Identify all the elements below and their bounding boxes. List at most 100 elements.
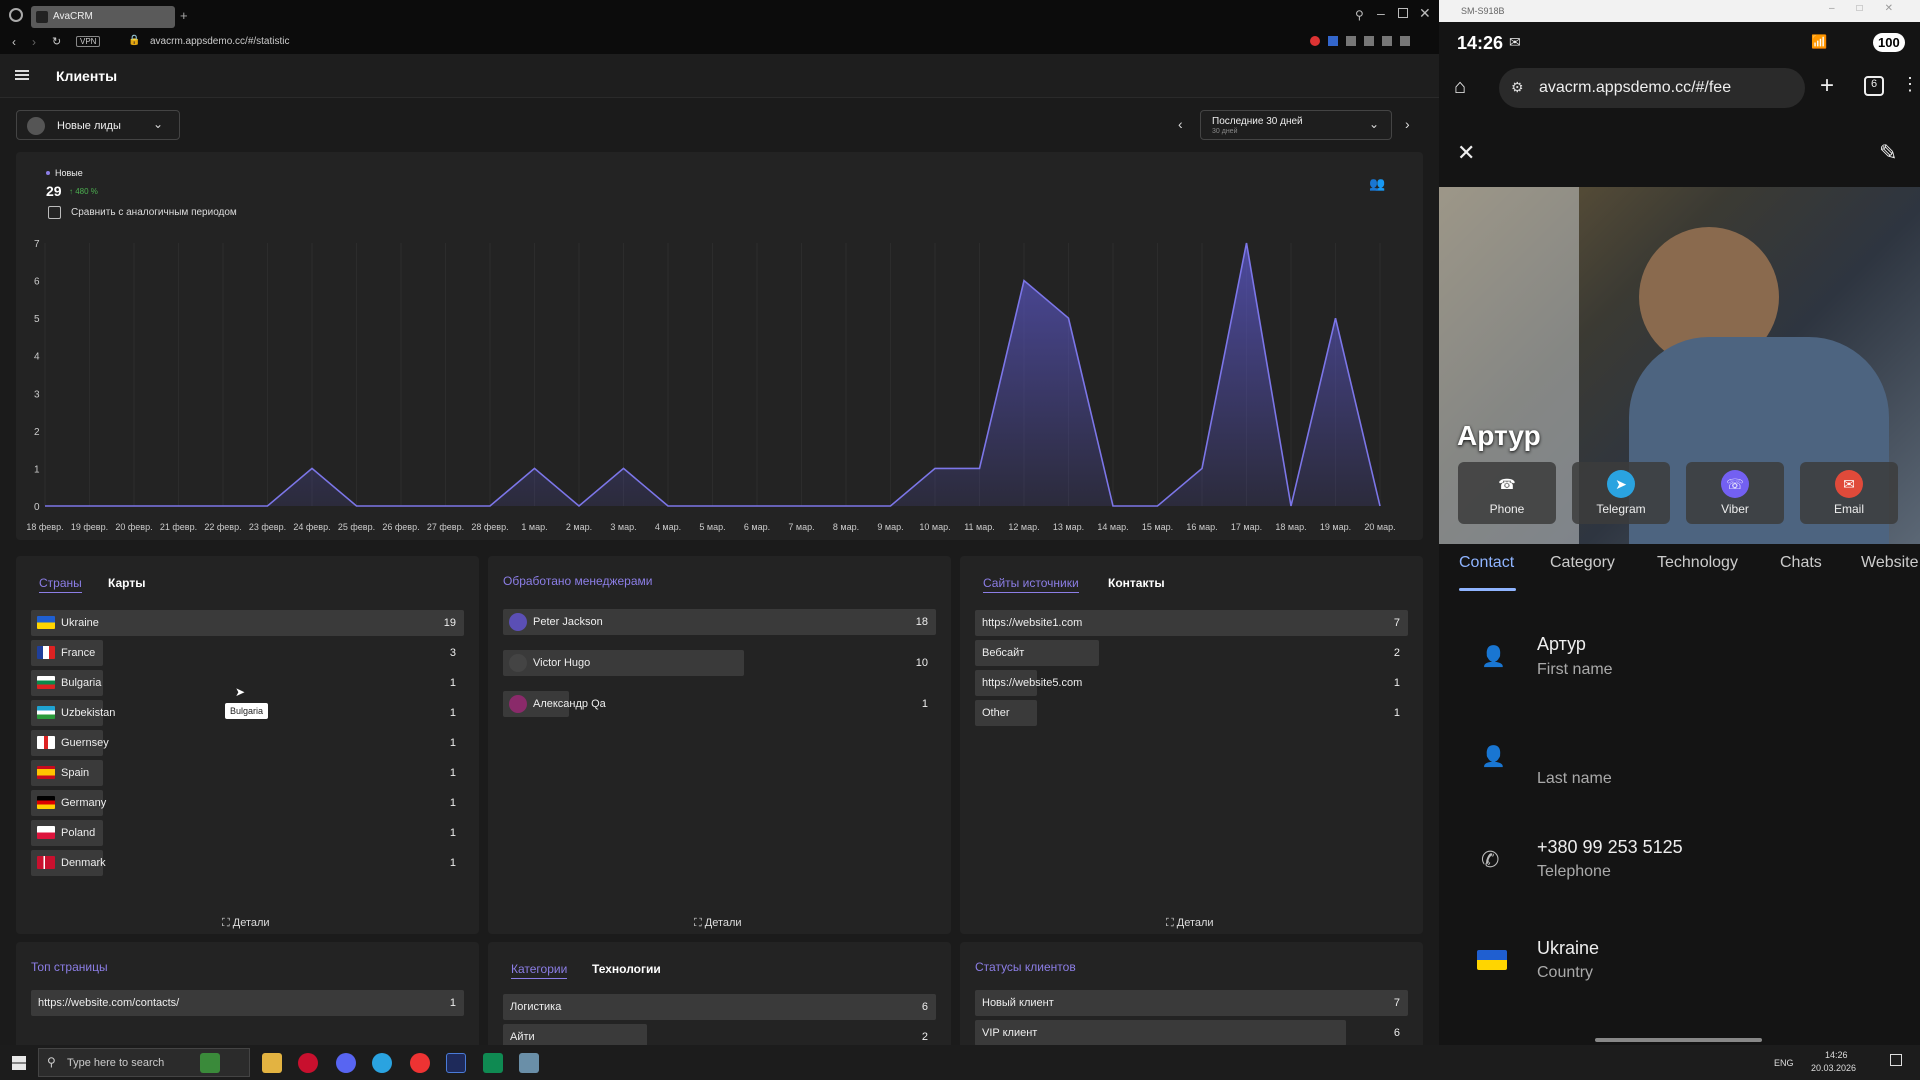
chart-point[interactable] xyxy=(573,500,585,512)
chart-point[interactable] xyxy=(885,500,897,512)
chart-point[interactable] xyxy=(796,500,808,512)
categories-row[interactable]: Логистика 6 xyxy=(503,994,936,1020)
windows-start-icon[interactable] xyxy=(12,1056,26,1070)
countries-row[interactable]: France 3 xyxy=(31,640,464,666)
taskbar-search-placeholder: Type here to search xyxy=(67,1057,165,1069)
chart-point[interactable] xyxy=(173,500,185,512)
last-name-field[interactable]: 👤 Last name xyxy=(1457,740,1897,800)
taskbar-opera-icon[interactable] xyxy=(298,1053,318,1073)
chart-point[interactable] xyxy=(484,500,496,512)
chart-point[interactable] xyxy=(1374,500,1386,512)
chart-point[interactable] xyxy=(1285,500,1297,512)
tab-website[interactable]: Website xyxy=(1861,554,1919,572)
chart-point[interactable] xyxy=(306,462,318,474)
sources-details-link[interactable]: ⛶ Детали xyxy=(1166,917,1214,930)
tab-contacts[interactable]: Контакты xyxy=(1108,576,1165,590)
chart-point[interactable] xyxy=(262,500,274,512)
chart-point[interactable] xyxy=(1196,462,1208,474)
chart-point[interactable] xyxy=(1063,312,1075,324)
phone-url-text[interactable]: avacrm.appsdemo.cc/#/fee xyxy=(1539,79,1799,97)
taskbar-app-v-icon[interactable] xyxy=(446,1053,466,1073)
action-phone-button[interactable]: ☎ Phone xyxy=(1458,462,1556,524)
tray-lang[interactable]: ENG xyxy=(1774,1058,1794,1068)
countries-row[interactable]: Guernsey 1 xyxy=(31,730,464,756)
country-field[interactable]: Ukraine Country xyxy=(1457,936,1897,996)
countries-row[interactable]: Bulgaria 1 xyxy=(31,670,464,696)
countries-row[interactable]: Germany 1 xyxy=(31,790,464,816)
x-tick-label: 28 февр. xyxy=(471,522,508,532)
tab-technologies[interactable]: Технологии xyxy=(592,962,661,976)
countries-row[interactable]: Poland 1 xyxy=(31,820,464,846)
taskbar-app-notes-icon[interactable] xyxy=(519,1053,539,1073)
chart-point[interactable] xyxy=(1107,500,1119,512)
chart-point[interactable] xyxy=(840,500,852,512)
managers-details-link[interactable]: ⛶ Детали xyxy=(694,917,742,930)
chart-point[interactable] xyxy=(1241,237,1253,249)
taskbar-telegram-icon[interactable] xyxy=(372,1053,392,1073)
sources-row-label: https://website1.com xyxy=(982,617,1083,629)
action-email-button[interactable]: ✉ Email xyxy=(1800,462,1898,524)
tray-date[interactable]: 20.03.2026 xyxy=(1811,1063,1856,1073)
home-icon[interactable]: ⌂ xyxy=(1454,76,1466,99)
taskbar-chrome-icon[interactable] xyxy=(410,1053,430,1073)
chart-point[interactable] xyxy=(662,500,674,512)
phone-window-controls[interactable]: –□✕ xyxy=(1829,3,1915,14)
statuses-row[interactable]: VIP клиент 6 xyxy=(975,1020,1408,1045)
chart-point[interactable] xyxy=(1330,312,1342,324)
countries-details-link[interactable]: ⛶ Детали xyxy=(222,917,270,930)
chart-point[interactable] xyxy=(618,462,630,474)
tab-technology[interactable]: Technology xyxy=(1657,554,1738,572)
chart-point[interactable] xyxy=(351,500,363,512)
telephone-field[interactable]: ✆ +380 99 253 5125 Telephone xyxy=(1457,835,1897,895)
tabs-count-button[interactable]: 6 xyxy=(1864,76,1884,96)
taskbar-globe-icon[interactable] xyxy=(200,1053,220,1073)
sources-row[interactable]: Вебсайт 2 xyxy=(975,640,1408,666)
chart-point[interactable] xyxy=(929,462,941,474)
chart-point[interactable] xyxy=(1152,500,1164,512)
chart-point[interactable] xyxy=(440,500,452,512)
chart-point[interactable] xyxy=(395,500,407,512)
chart-point[interactable] xyxy=(751,500,763,512)
chart-point[interactable] xyxy=(1018,275,1030,287)
tab-chats[interactable]: Chats xyxy=(1780,554,1822,572)
action-telegram-button[interactable]: ➤ Telegram xyxy=(1572,462,1670,524)
new-tab-icon[interactable]: + xyxy=(1820,72,1834,100)
tab-categories[interactable]: Категории xyxy=(511,962,568,979)
tray-time[interactable]: 14:26 xyxy=(1825,1050,1848,1060)
sources-row[interactable]: https://website5.com 1 xyxy=(975,670,1408,696)
chart-point[interactable] xyxy=(529,462,541,474)
more-options-icon[interactable]: ⋮ xyxy=(1901,74,1919,95)
site-settings-icon[interactable]: ⚙ xyxy=(1511,79,1524,96)
tab-maps[interactable]: Карты xyxy=(108,576,145,590)
countries-row[interactable]: Ukraine 19 xyxy=(31,610,464,636)
chart-point[interactable] xyxy=(217,500,229,512)
phone-url-field[interactable]: ⚙ avacrm.appsdemo.cc/#/fee xyxy=(1499,68,1805,108)
chart-point[interactable] xyxy=(39,500,51,512)
managers-row[interactable]: Peter Jackson 18 xyxy=(503,609,936,635)
taskbar-explorer-icon[interactable] xyxy=(262,1053,282,1073)
managers-row[interactable]: Александр Qa 1 xyxy=(503,691,936,717)
sources-row[interactable]: https://website1.com 7 xyxy=(975,610,1408,636)
tab-countries[interactable]: Страны xyxy=(39,576,82,593)
close-contact-button[interactable]: ✕ xyxy=(1457,140,1475,166)
tab-contact[interactable]: Contact xyxy=(1459,554,1514,572)
taskbar-discord-icon[interactable] xyxy=(336,1053,356,1073)
countries-row[interactable]: Denmark 1 xyxy=(31,850,464,876)
statuses-row[interactable]: Новый клиент 7 xyxy=(975,990,1408,1016)
chart-point[interactable] xyxy=(128,500,140,512)
chart-point[interactable] xyxy=(84,500,96,512)
chart-point[interactable] xyxy=(707,500,719,512)
taskbar-app-green-icon[interactable] xyxy=(483,1053,503,1073)
sources-row[interactable]: Other 1 xyxy=(975,700,1408,726)
tab-category[interactable]: Category xyxy=(1550,554,1615,572)
edit-pencil-icon[interactable]: ✎ xyxy=(1879,140,1897,166)
top_pages-row[interactable]: https://website.com/contacts/1 xyxy=(31,990,464,1016)
countries-row[interactable]: Spain 1 xyxy=(31,760,464,786)
first-name-field[interactable]: 👤 Артур First name xyxy=(1457,630,1897,690)
action-viber-button[interactable]: ☏ Viber xyxy=(1686,462,1784,524)
managers-row[interactable]: Victor Hugo 10 xyxy=(503,650,936,676)
chart-point[interactable] xyxy=(974,462,986,474)
categories-row[interactable]: Айти 2 xyxy=(503,1024,936,1045)
tab-source-sites[interactable]: Сайты источники xyxy=(983,576,1079,593)
notifications-icon[interactable] xyxy=(1890,1054,1902,1066)
